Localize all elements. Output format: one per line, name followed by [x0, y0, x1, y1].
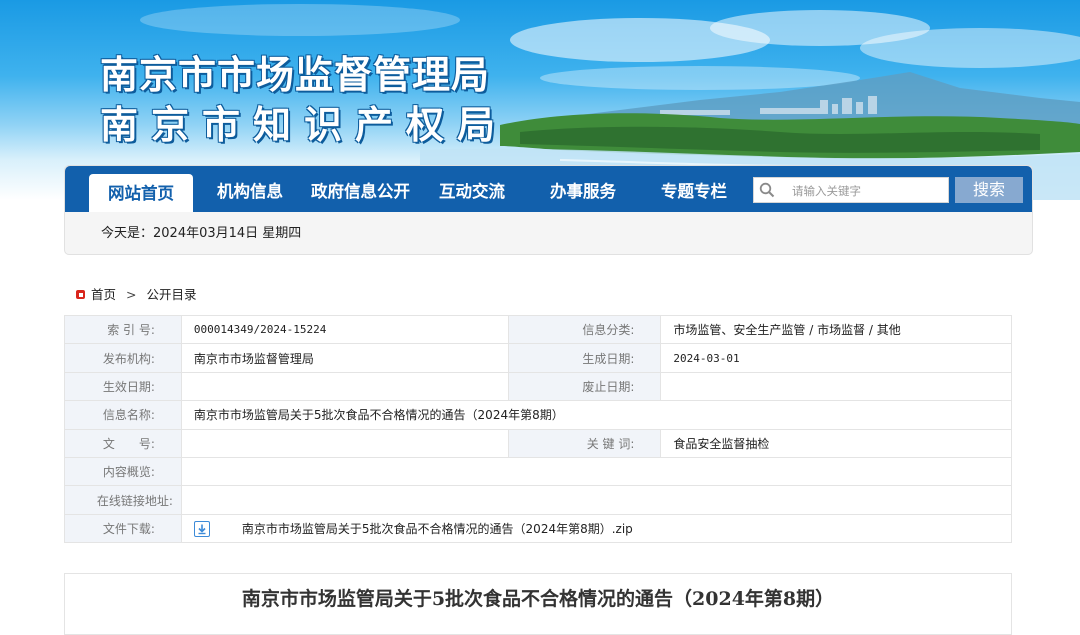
article-card: 南京市市场监管局关于5批次食品不合格情况的通告（2024年第8期）: [64, 573, 1012, 635]
index-label: 索 引 号:: [64, 314, 182, 345]
breadcrumb-home-link[interactable]: 首页: [91, 287, 116, 302]
nav-container: 网站首页 机构信息 政府信息公开 互动交流 办事服务 专题专栏 搜索 今天是：2…: [64, 165, 1033, 255]
doc-number-value: [180, 428, 509, 458]
publisher-value: 南京市市场监督管理局: [180, 343, 509, 373]
home-bullet-icon: [76, 290, 85, 299]
table-row: 内容概览:: [64, 456, 1013, 487]
category-label: 信息分类:: [507, 314, 662, 345]
search-icon: [759, 182, 775, 202]
nav-item-services[interactable]: 办事服务: [550, 166, 616, 212]
created-date-label: 生成日期:: [507, 343, 662, 373]
article-title: 南京市市场监管局关于5批次食品不合格情况的通告（2024年第8期）: [241, 588, 835, 610]
search-box: [753, 177, 949, 203]
search-input[interactable]: [790, 181, 944, 201]
table-row: 信息名称: 南京市市场监管局关于5批次食品不合格情况的通告（2024年第8期）: [64, 400, 1013, 430]
download-label: 文件下载:: [64, 513, 182, 544]
summary-value: [180, 456, 1013, 487]
keywords-value: 食品安全监督抽检: [660, 428, 1012, 458]
summary-label: 内容概览:: [64, 456, 182, 487]
table-row: 生效日期: 废止日期:: [64, 371, 1012, 402]
abolished-date-value: [660, 371, 1012, 402]
download-icon[interactable]: [193, 521, 210, 538]
effective-date-label: 生效日期:: [64, 371, 182, 402]
info-table: 索 引 号: 000014349/2024-15224 信息分类: 市场监管、安…: [64, 314, 1013, 544]
abolished-date-label: 废止日期:: [507, 371, 662, 402]
table-row: 在线链接地址:: [64, 485, 1013, 515]
site-title-line2: 南京市知识产权局: [100, 102, 509, 147]
site-title-line1: 南京市市场监督管理局: [100, 52, 491, 97]
nav-item-interaction[interactable]: 互动交流: [439, 166, 505, 212]
publisher-label: 发布机构:: [64, 343, 182, 373]
nav-item-org-info[interactable]: 机构信息: [217, 166, 283, 212]
main-navbar: 网站首页 机构信息 政府信息公开 互动交流 办事服务 专题专栏 搜索: [65, 166, 1032, 212]
nav-item-special-topics[interactable]: 专题专栏: [661, 166, 727, 212]
download-cell: 南京市市场监管局关于5批次食品不合格情况的通告（2024年第8期）.zip: [180, 513, 1013, 544]
today-date: 今天是：2024年03月14日 星期四: [101, 226, 302, 241]
online-link-label: 在线链接地址:: [64, 485, 182, 515]
search-button[interactable]: 搜索: [955, 177, 1023, 203]
breadcrumb-current[interactable]: 公开目录: [147, 287, 197, 302]
effective-date-value: [180, 371, 509, 402]
keywords-label: 关 键 词:: [507, 428, 662, 458]
doc-number-label: 文 号:: [64, 428, 182, 458]
breadcrumb-separator: >: [126, 287, 137, 302]
nav-item-home[interactable]: 网站首页: [89, 174, 193, 212]
info-name-value: 南京市市场监管局关于5批次食品不合格情况的通告（2024年第8期）: [180, 400, 1013, 430]
online-link-value: [180, 485, 1013, 515]
breadcrumb: 首页 > 公开目录: [76, 284, 197, 303]
table-row: 文件下载: 南京市市场监管局关于5批次食品不合格情况的通告（2024年第8期）.…: [64, 513, 1013, 544]
category-value: 市场监管、安全生产监管 / 市场监督 / 其他: [660, 314, 1012, 345]
table-row: 发布机构: 南京市市场监督管理局 生成日期: 2024-03-01: [64, 343, 1012, 373]
info-name-label: 信息名称:: [64, 400, 182, 430]
table-row: 索 引 号: 000014349/2024-15224 信息分类: 市场监管、安…: [64, 314, 1012, 345]
index-value: 000014349/2024-15224: [180, 314, 509, 345]
nav-item-gov-info-disclosure[interactable]: 政府信息公开: [311, 166, 410, 212]
created-date-value: 2024-03-01: [660, 343, 1012, 373]
download-file-link[interactable]: 南京市市场监管局关于5批次食品不合格情况的通告（2024年第8期）.zip: [242, 522, 633, 536]
table-row: 文 号: 关 键 词: 食品安全监督抽检: [64, 428, 1012, 458]
